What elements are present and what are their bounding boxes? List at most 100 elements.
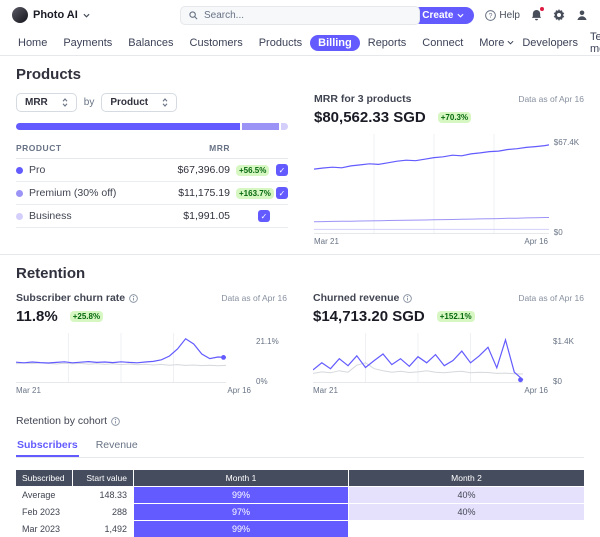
x-end-label: Apr 16 — [524, 237, 548, 246]
y-axis-labels: $1.4K $0 — [548, 333, 584, 386]
nav-item-billing[interactable]: Billing — [310, 34, 360, 51]
delta-badge: +56.5% — [236, 164, 270, 176]
info-icon[interactable] — [129, 293, 138, 303]
create-button[interactable]: Create — [412, 6, 475, 24]
x-end-label: Apr 16 — [524, 386, 548, 395]
churn-card-title: Subscriber churn rate — [16, 292, 126, 304]
nav-item-home[interactable]: Home — [10, 35, 55, 51]
user-menu-button[interactable] — [576, 9, 588, 21]
cohort-row: Average 148.33 99% 40% — [16, 487, 584, 503]
workspace-name: Photo AI — [33, 9, 78, 21]
row-checkbox[interactable]: ✓ — [276, 164, 288, 176]
help-button[interactable]: ? Help — [485, 10, 520, 21]
col-month1: Month 1 — [134, 470, 348, 486]
products-table: PRODUCT MRR Pro $67,396.09 +56.5% ✓ Prem… — [16, 140, 288, 228]
tab-revenue[interactable]: Revenue — [95, 436, 139, 457]
cohort-table: Subscribed Start value Month 1 Month 2 A… — [16, 470, 584, 537]
cohort-tabs: Subscribers Revenue — [16, 436, 584, 458]
info-icon[interactable] — [403, 293, 413, 303]
stacked-bar-segment-pro — [16, 123, 240, 130]
gear-icon — [553, 9, 565, 21]
row-checkbox[interactable]: ✓ — [258, 210, 270, 222]
notifications-button[interactable] — [531, 6, 545, 21]
nav-item-balances[interactable]: Balances — [120, 35, 181, 51]
info-icon[interactable] — [111, 416, 120, 426]
churn-line-chart — [16, 333, 227, 383]
developers-link[interactable]: Developers — [522, 37, 578, 49]
churn-rate-card: Subscriber churn rate Data as of Apr 16 … — [16, 292, 287, 395]
products-breakdown: MRR by Product PRODUCT MRR Pro $67,396.0… — [16, 93, 288, 246]
table-row: Premium (30% off) $11,175.19 +163.7% ✓ — [16, 182, 288, 205]
x-axis-labels: Mar 21 Apr 16 — [16, 386, 287, 395]
cohort-month2-cell[interactable]: 40% — [349, 504, 584, 520]
svg-text:?: ? — [489, 12, 493, 19]
nav-more-label: More — [479, 36, 505, 49]
nav-item-reports[interactable]: Reports — [360, 35, 415, 51]
cohort-section: Retention by cohort Subscribers Revenue … — [0, 415, 600, 537]
search-placeholder: Search... — [204, 9, 245, 21]
nav-right: Developers Test mode — [522, 31, 600, 55]
retention-heading: Retention — [16, 265, 86, 282]
product-mrr-value: $1,991.05 — [183, 210, 230, 222]
cohort-name: Mar 2023 — [16, 521, 72, 537]
chevron-down-icon — [457, 13, 464, 18]
nav-item-products[interactable]: Products — [251, 35, 310, 51]
stacked-bar-segment-business — [281, 123, 288, 130]
cohort-month1-cell[interactable]: 99% — [134, 521, 348, 537]
products-section: Products MRR by Product PRODUCT MRR Pro … — [0, 56, 600, 254]
products-heading: Products — [16, 66, 82, 83]
table-row: Business $1,991.05 ✓ — [16, 205, 288, 228]
delta-badge: +163.7% — [236, 187, 274, 199]
x-axis-labels: Mar 21 Apr 16 — [313, 386, 584, 395]
mrr-stacked-bar — [16, 123, 288, 130]
nav-item-more[interactable]: More — [471, 35, 522, 51]
help-icon: ? — [485, 9, 497, 21]
y-min-label: $0 — [553, 377, 562, 386]
settings-button[interactable] — [553, 9, 565, 21]
churned-revenue-card: Churned revenue Data as of Apr 16 $14,71… — [313, 292, 584, 395]
cohort-table-header: Subscribed Start value Month 1 Month 2 — [16, 470, 584, 486]
chevron-down-icon — [83, 13, 90, 18]
metric-controls: MRR by Product — [16, 93, 288, 112]
cohort-row: Feb 2023 288 97% 40% — [16, 504, 584, 520]
nav-item-connect[interactable]: Connect — [414, 35, 471, 51]
churn-rate-value: 11.8% — [16, 308, 58, 325]
product-mrr-value: $67,396.09 — [177, 164, 230, 176]
churned-line-chart — [313, 333, 524, 383]
x-axis-labels: Mar 21 Apr 16 — [314, 237, 584, 246]
delta-badge: +25.8% — [69, 311, 104, 322]
select-arrows-icon — [162, 98, 168, 107]
y-min-label: $0 — [553, 228, 563, 237]
x-start-label: Mar 21 — [314, 237, 339, 246]
row-checkbox[interactable]: ✓ — [276, 187, 288, 199]
cohort-month2-cell[interactable]: 40% — [349, 487, 584, 503]
cohort-name: Average — [16, 487, 72, 503]
metric-select[interactable]: MRR — [16, 93, 77, 112]
cohort-start-value: 1,492 — [73, 521, 133, 537]
cohort-title: Retention by cohort — [16, 415, 108, 427]
topbar-actions: Create ? Help — [412, 6, 588, 24]
churned-card-title: Churned revenue — [313, 292, 400, 304]
tab-subscribers[interactable]: Subscribers — [16, 436, 79, 457]
cohort-month1-cell[interactable]: 99% — [134, 487, 348, 503]
nav-item-payments[interactable]: Payments — [55, 35, 120, 51]
dimension-select[interactable]: Product — [101, 93, 178, 112]
workspace-switcher[interactable]: Photo AI — [12, 7, 90, 23]
y-max-label: 21.1% — [256, 337, 279, 346]
delta-badge: +70.3% — [437, 112, 472, 123]
product-mrr-value: $11,175.19 — [178, 187, 230, 199]
col-subscribed: Subscribed — [16, 470, 72, 486]
user-icon — [577, 10, 587, 20]
col-product: PRODUCT — [16, 143, 62, 153]
search-input[interactable]: Search... — [180, 5, 420, 25]
cohort-month2-cell[interactable] — [349, 521, 584, 537]
cohort-month1-cell[interactable]: 97% — [134, 504, 348, 520]
metric-select-value: MRR — [25, 97, 48, 108]
cohort-start-value: 148.33 — [73, 487, 133, 503]
topbar: Photo AI Search... Create ? Help — [0, 0, 600, 30]
product-name: Pro — [29, 164, 46, 176]
nav-item-customers[interactable]: Customers — [182, 35, 251, 51]
table-row: Pro $67,396.09 +56.5% ✓ — [16, 159, 288, 182]
x-start-label: Mar 21 — [313, 386, 338, 395]
data-as-of: Data as of Apr 16 — [518, 94, 584, 104]
